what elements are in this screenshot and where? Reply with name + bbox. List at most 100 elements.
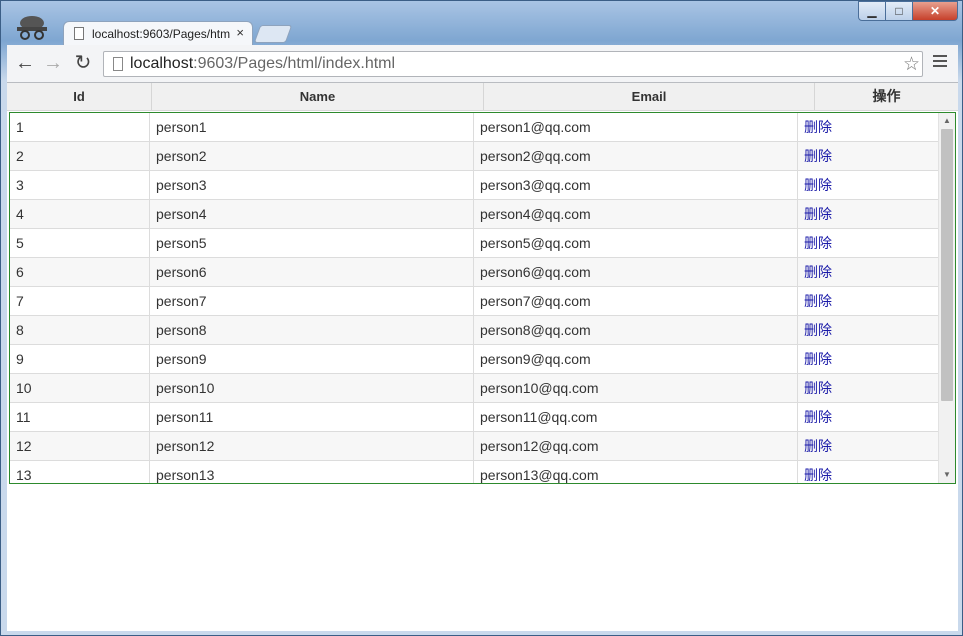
delete-link[interactable]: 删除 — [804, 206, 832, 222]
delete-link-cell: 删除 — [798, 316, 938, 344]
delete-link-cell: 删除 — [798, 229, 938, 257]
maximize-button[interactable]: □ — [885, 1, 913, 21]
table-row: 13 person13 person13@qq.com 删除 — [10, 461, 938, 483]
delete-link[interactable]: 删除 — [804, 293, 832, 309]
url-text[interactable]: localhost:9603/Pages/html/index.html — [130, 55, 395, 73]
delete-link-cell: 删除 — [798, 142, 938, 170]
table-row: 11 person11 person11@qq.com 删除 — [10, 403, 938, 432]
cell-email: person12@qq.com — [480, 438, 599, 454]
table-row: 1 person1 person1@qq.com 删除 — [10, 113, 938, 142]
cell-email-cell: person8@qq.com — [474, 316, 798, 344]
cell-email: person7@qq.com — [480, 293, 591, 309]
cell-email-cell: person6@qq.com — [474, 258, 798, 286]
delete-link[interactable]: 删除 — [804, 119, 832, 135]
cell-id: 1 — [16, 119, 24, 135]
cell-id-cell: 4 — [10, 200, 150, 228]
url-path: :9603/Pages/html/index.html — [193, 55, 396, 72]
table-row: 7 person7 person7@qq.com 删除 — [10, 287, 938, 316]
cell-id: 6 — [16, 264, 24, 280]
address-bar[interactable]: localhost:9603/Pages/html/index.html ☆ — [103, 51, 923, 77]
cell-name: person13 — [156, 467, 215, 483]
delete-link[interactable]: 删除 — [804, 438, 832, 454]
cell-id-cell: 5 — [10, 229, 150, 257]
cell-name-cell: person11 — [150, 403, 474, 431]
delete-link[interactable]: 删除 — [804, 351, 832, 367]
delete-link[interactable]: 删除 — [804, 235, 832, 251]
delete-link[interactable]: 删除 — [804, 148, 832, 164]
minimize-button[interactable]: ▁ — [858, 1, 886, 21]
cell-id: 11 — [16, 409, 31, 425]
page-icon — [74, 27, 84, 40]
cell-name: person4 — [156, 206, 207, 222]
window-close-button[interactable]: ✕ — [912, 1, 958, 21]
cell-name-cell: person5 — [150, 229, 474, 257]
delete-link[interactable]: 删除 — [804, 322, 832, 338]
cell-email-cell: person7@qq.com — [474, 287, 798, 315]
cell-email: person8@qq.com — [480, 322, 591, 338]
delete-link[interactable]: 删除 — [804, 264, 832, 280]
browser-window: localhost:9603/Pages/htm × ▁ □ ✕ ← → ↻ l… — [0, 0, 963, 636]
table-body: 1 person1 person1@qq.com 删除 2 person2 person2@… — [10, 113, 938, 483]
header-email: Email — [484, 83, 815, 110]
scroll-thumb[interactable] — [941, 129, 953, 401]
cell-name-cell: person3 — [150, 171, 474, 199]
delete-link-cell: 删除 — [798, 258, 938, 286]
cell-email: person6@qq.com — [480, 264, 591, 280]
reload-button[interactable]: ↻ — [73, 53, 93, 73]
cell-email-cell: person12@qq.com — [474, 432, 798, 460]
browser-toolbar: ← → ↻ localhost:9603/Pages/html/index.ht… — [7, 45, 958, 83]
delete-link[interactable]: 删除 — [804, 177, 832, 193]
delete-link-cell: 删除 — [798, 287, 938, 315]
close-icon[interactable]: × — [236, 25, 244, 40]
incognito-icon — [17, 16, 47, 40]
cell-email: person5@qq.com — [480, 235, 591, 251]
cell-id: 8 — [16, 322, 24, 338]
cell-id-cell: 9 — [10, 345, 150, 373]
vertical-scrollbar[interactable]: ▲ ▼ — [938, 113, 955, 483]
menu-icon[interactable] — [933, 55, 947, 70]
cell-email-cell: person11@qq.com — [474, 403, 798, 431]
browser-tab[interactable]: localhost:9603/Pages/htm × — [63, 21, 253, 45]
cell-email: person11@qq.com — [480, 409, 598, 425]
cell-id-cell: 7 — [10, 287, 150, 315]
cell-name-cell: person13 — [150, 461, 474, 483]
cell-email: person9@qq.com — [480, 351, 591, 367]
forward-button[interactable]: → — [43, 53, 63, 73]
header-name: Name — [152, 83, 484, 110]
cell-email-cell: person4@qq.com — [474, 200, 798, 228]
cell-email-cell: person3@qq.com — [474, 171, 798, 199]
cell-id: 5 — [16, 235, 24, 251]
cell-name: person12 — [156, 438, 215, 454]
cell-id-cell: 12 — [10, 432, 150, 460]
delete-link[interactable]: 删除 — [804, 409, 832, 425]
cell-id: 7 — [16, 293, 24, 309]
cell-email-cell: person5@qq.com — [474, 229, 798, 257]
cell-email-cell: person13@qq.com — [474, 461, 798, 483]
delete-link[interactable]: 删除 — [804, 380, 832, 396]
cell-email: person13@qq.com — [480, 467, 599, 483]
back-button[interactable]: ← — [15, 53, 35, 73]
page-viewport: Id Name Email 操作 1 person1 person1@qq.com 删… — [7, 83, 958, 631]
tab-title: localhost:9603/Pages/htm — [92, 27, 231, 41]
cell-id: 9 — [16, 351, 24, 367]
table-row: 6 person6 person6@qq.com 删除 — [10, 258, 938, 287]
cell-name-cell: person6 — [150, 258, 474, 286]
title-bar: localhost:9603/Pages/htm × ▁ □ ✕ — [1, 1, 963, 45]
delete-link-cell: 删除 — [798, 171, 938, 199]
delete-link-cell: 删除 — [798, 461, 938, 483]
delete-link-cell: 删除 — [798, 403, 938, 431]
cell-email: person10@qq.com — [480, 380, 599, 396]
cell-name: person5 — [156, 235, 207, 251]
cell-id-cell: 6 — [10, 258, 150, 286]
scroll-up-icon[interactable]: ▲ — [939, 113, 955, 129]
table-header: Id Name Email 操作 — [7, 83, 958, 111]
cell-name: person7 — [156, 293, 207, 309]
table-row: 9 person9 person9@qq.com 删除 — [10, 345, 938, 374]
new-tab-button[interactable] — [253, 25, 293, 43]
cell-email-cell: person1@qq.com — [474, 113, 798, 141]
delete-link[interactable]: 删除 — [804, 467, 832, 483]
cell-email-cell: person2@qq.com — [474, 142, 798, 170]
bookmark-star-icon[interactable]: ☆ — [903, 53, 920, 76]
cell-name: person2 — [156, 148, 207, 164]
scroll-down-icon[interactable]: ▼ — [939, 467, 955, 483]
